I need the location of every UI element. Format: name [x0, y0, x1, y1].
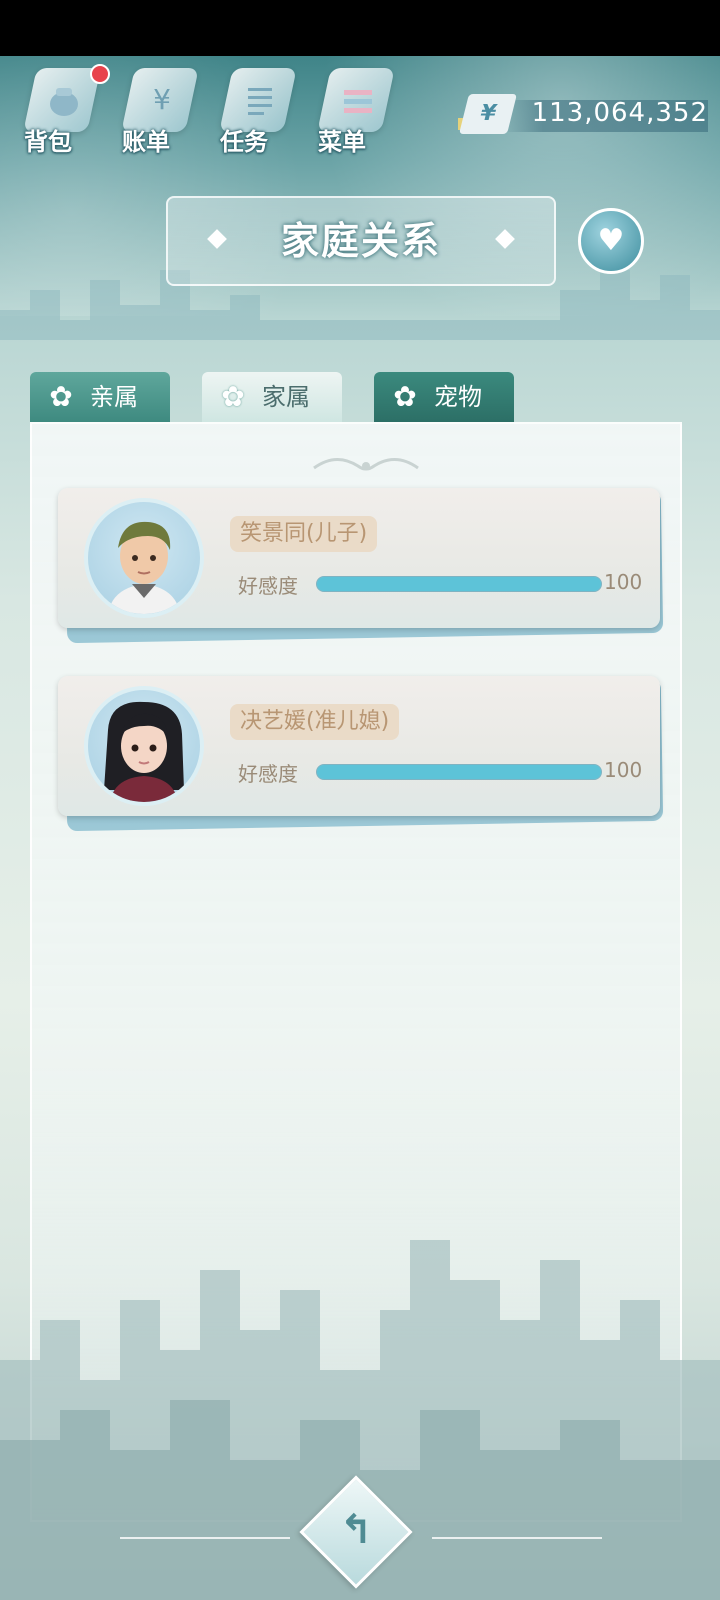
tab-family-label: 家属 — [262, 383, 310, 411]
flower-icon: ✿ — [221, 380, 245, 413]
page-title-box: 家庭关系 — [166, 196, 556, 286]
tab-pets[interactable]: ✿ 宠物 — [374, 372, 514, 422]
nav-menu-button[interactable]: 菜单 — [312, 62, 398, 158]
menu-icon — [338, 80, 378, 120]
bag-icon — [44, 80, 84, 120]
flower-icon: ✿ — [393, 380, 417, 413]
avatar — [84, 498, 204, 618]
nav-bill-label: 账单 — [122, 128, 170, 156]
member-name: 决艺媛(准儿媳) — [230, 704, 400, 740]
member-card[interactable]: 决艺媛(准儿媳) 好感度 100 — [58, 676, 664, 836]
nav-task-label: 任务 — [220, 128, 268, 156]
affinity-label: 好感度 — [238, 574, 298, 598]
nav-bill-button[interactable]: ¥ 账单 — [116, 62, 202, 158]
family-tree-icon: ♥ — [597, 223, 625, 258]
family-tree-button[interactable]: ♥ — [578, 208, 644, 274]
nav-bag-label: 背包 — [24, 128, 72, 156]
affinity-bar-fill — [317, 577, 601, 591]
affinity-label: 好感度 — [238, 762, 298, 786]
bill-icon: ¥ — [153, 83, 171, 116]
flower-icon: ✿ — [49, 380, 73, 413]
affinity-bar — [316, 764, 602, 780]
nav-menu-label: 菜单 — [318, 128, 366, 156]
nav-bag-button[interactable]: 背包 — [18, 62, 110, 158]
money-amount: 113,064,352 — [531, 98, 708, 128]
member-card[interactable]: 笑景同(儿子) 好感度 100 — [58, 488, 664, 648]
tab-relatives[interactable]: ✿ 亲属 — [30, 372, 170, 422]
tab-pets-label: 宠物 — [434, 383, 482, 411]
status-bar — [0, 0, 720, 56]
page-title: 家庭关系 — [280, 219, 441, 263]
tab-relatives-label: 亲属 — [90, 383, 138, 411]
card-front: 笑景同(儿子) 好感度 100 — [58, 488, 660, 628]
tab-family[interactable]: ✿ 家属 — [202, 372, 342, 422]
notification-badge — [90, 64, 110, 84]
ornament-divider — [313, 458, 419, 471]
nav-task-button[interactable]: 任务 — [214, 62, 300, 158]
member-name: 笑景同(儿子) — [230, 516, 378, 552]
affinity-bar-fill — [317, 765, 601, 779]
affinity-value: 100 — [604, 570, 643, 594]
divider-line-right — [432, 1537, 602, 1539]
money-display: ¥ 113,064,352 — [458, 94, 708, 134]
divider-line-left — [120, 1537, 290, 1539]
top-nav: 背包 ¥ 账单 任务 菜单 — [18, 62, 418, 162]
card-front: 决艺媛(准儿媳) 好感度 100 — [58, 676, 660, 816]
task-icon — [240, 80, 280, 120]
affinity-value: 100 — [604, 758, 643, 782]
yen-icon: ¥ — [459, 94, 517, 134]
back-arrow-icon[interactable]: ↰ — [326, 1500, 386, 1560]
affinity-bar — [316, 576, 602, 592]
avatar — [84, 686, 204, 806]
